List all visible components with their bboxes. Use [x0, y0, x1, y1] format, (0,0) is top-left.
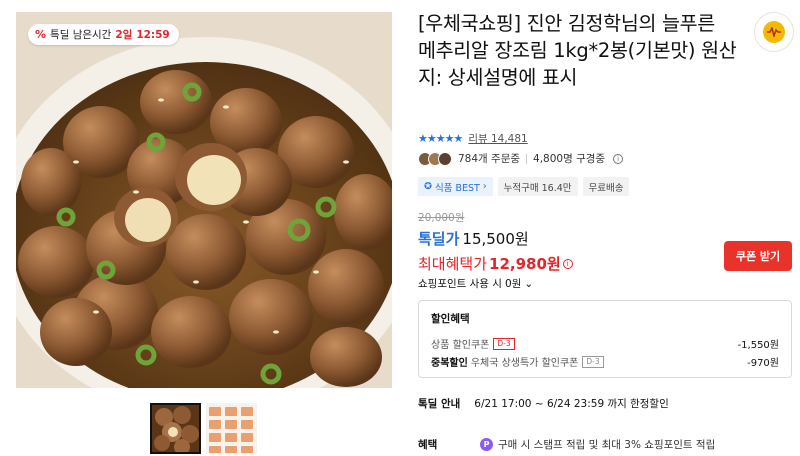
chevron-right-icon: ›	[482, 181, 487, 192]
badge-chips: ✪ 식품 BEST › 누적구매 16.4만 무료배송	[418, 177, 630, 196]
duplicate-discount-label: 중복할인	[431, 358, 468, 369]
best-chip[interactable]: ✪ 식품 BEST ›	[418, 177, 493, 196]
points-value: 0원	[504, 278, 522, 290]
order-count: 784개 주문중	[458, 153, 521, 165]
deal-timer-badge: % 특딜 남은시간 2일 12:59	[28, 24, 179, 45]
cumulative-purchase-chip: 누적구매 16.4만	[497, 177, 578, 196]
get-coupon-button[interactable]: 쿠폰 받기	[724, 241, 792, 271]
discount-row: 중복할인 우체국 상생특가 할인쿠폰 D-3 -970원	[431, 354, 779, 369]
deal-guide-period: 6/21 17:00 ~ 6/24 23:59 까지 한정할인	[474, 398, 669, 410]
deal-price: 톡딜가 15,500원	[418, 228, 529, 249]
info-icon[interactable]: i	[613, 153, 624, 164]
benefit-text: 구매 시 스탬프 적립 및 최대 3% 쇼핑포인트 적립	[498, 439, 716, 451]
discount-box: 할인혜택 상품 할인쿠폰 D-3 -1,550원 중복할인 우체국 상생특가 할…	[418, 300, 792, 378]
chevron-down-icon: ⌄	[524, 277, 534, 290]
stats-row: 784개 주문중 4,800명 구경중 i	[418, 151, 624, 166]
review-count: 14,481	[490, 133, 528, 145]
discount-row: 상품 할인쿠폰 D-3 -1,550원	[431, 336, 779, 351]
buyer-avatars	[418, 151, 452, 166]
wishlist-icon	[763, 21, 785, 43]
discount-amount: -1,550원	[737, 340, 779, 351]
deal-timer-time: 12:59	[136, 28, 170, 41]
deal-guide-row: 톡딜 안내 6/21 17:00 ~ 6/24 23:59 까지 한정할인	[418, 396, 669, 411]
rating-stars-icon: ★★★★★	[418, 132, 463, 145]
discount-heading: 할인혜택	[431, 313, 470, 325]
divider	[526, 153, 528, 164]
product-info: [우체국쇼핑] 진안 김정학님의 늘푸른 메추리알 장조림 1kg*2봉(기본맛…	[418, 10, 800, 91]
deal-timer-prefix: 특딜 남은시간	[50, 29, 112, 41]
thumbnail-1[interactable]	[150, 403, 201, 454]
viewer-count: 4,800명 구경중	[533, 153, 606, 165]
review-label: 리뷰	[468, 133, 488, 145]
rating-row: ★★★★★ 리뷰 14,481	[418, 131, 528, 146]
discount-amount: -970원	[747, 358, 779, 369]
d-day-tag: D-3	[582, 355, 604, 368]
free-shipping-chip: 무료배송	[582, 177, 630, 196]
discount-label: 상품 할인쿠폰	[431, 340, 490, 351]
deal-guide-label: 톡딜 안내	[418, 398, 461, 410]
best-badge-icon: ✪	[424, 181, 432, 192]
discount-label: 우체국 상생특가 할인쿠폰	[470, 358, 579, 369]
benefit-label: 혜택	[418, 439, 438, 451]
deal-price-value: 15,500원	[462, 230, 529, 248]
point-p-icon: P	[480, 438, 493, 451]
benefit-row: 혜택 P 구매 시 스탬프 적립 및 최대 3% 쇼핑포인트 적립	[418, 437, 792, 452]
percent-icon: %	[35, 28, 47, 41]
avatar	[438, 151, 452, 166]
deal-timer-days: 2일	[115, 29, 133, 41]
max-benefit-price: 최대혜택가 12,980원 i	[418, 253, 573, 274]
original-price: 20,000원	[418, 212, 465, 224]
review-link[interactable]: 리뷰 14,481	[468, 131, 527, 146]
thumbnail-strip	[150, 403, 257, 454]
max-price-label: 최대혜택가	[418, 255, 488, 273]
max-price-value: 12,980원	[489, 255, 561, 273]
product-main-image[interactable]	[16, 12, 392, 388]
product-title: [우체국쇼핑] 진안 김정학님의 늘푸른 메추리알 장조림 1kg*2봉(기본맛…	[418, 12, 737, 89]
deal-price-label: 톡딜가	[418, 230, 460, 248]
thumbnail-2[interactable]	[206, 403, 257, 454]
best-chip-label: 식품 BEST	[434, 182, 480, 194]
points-label: 쇼핑포인트 사용 시	[418, 278, 502, 290]
d-day-tag: D-3	[493, 337, 515, 350]
info-icon[interactable]: i	[562, 258, 573, 269]
shopping-points-row[interactable]: 쇼핑포인트 사용 시 0원 ⌄	[418, 276, 533, 291]
wishlist-button[interactable]	[754, 12, 794, 52]
